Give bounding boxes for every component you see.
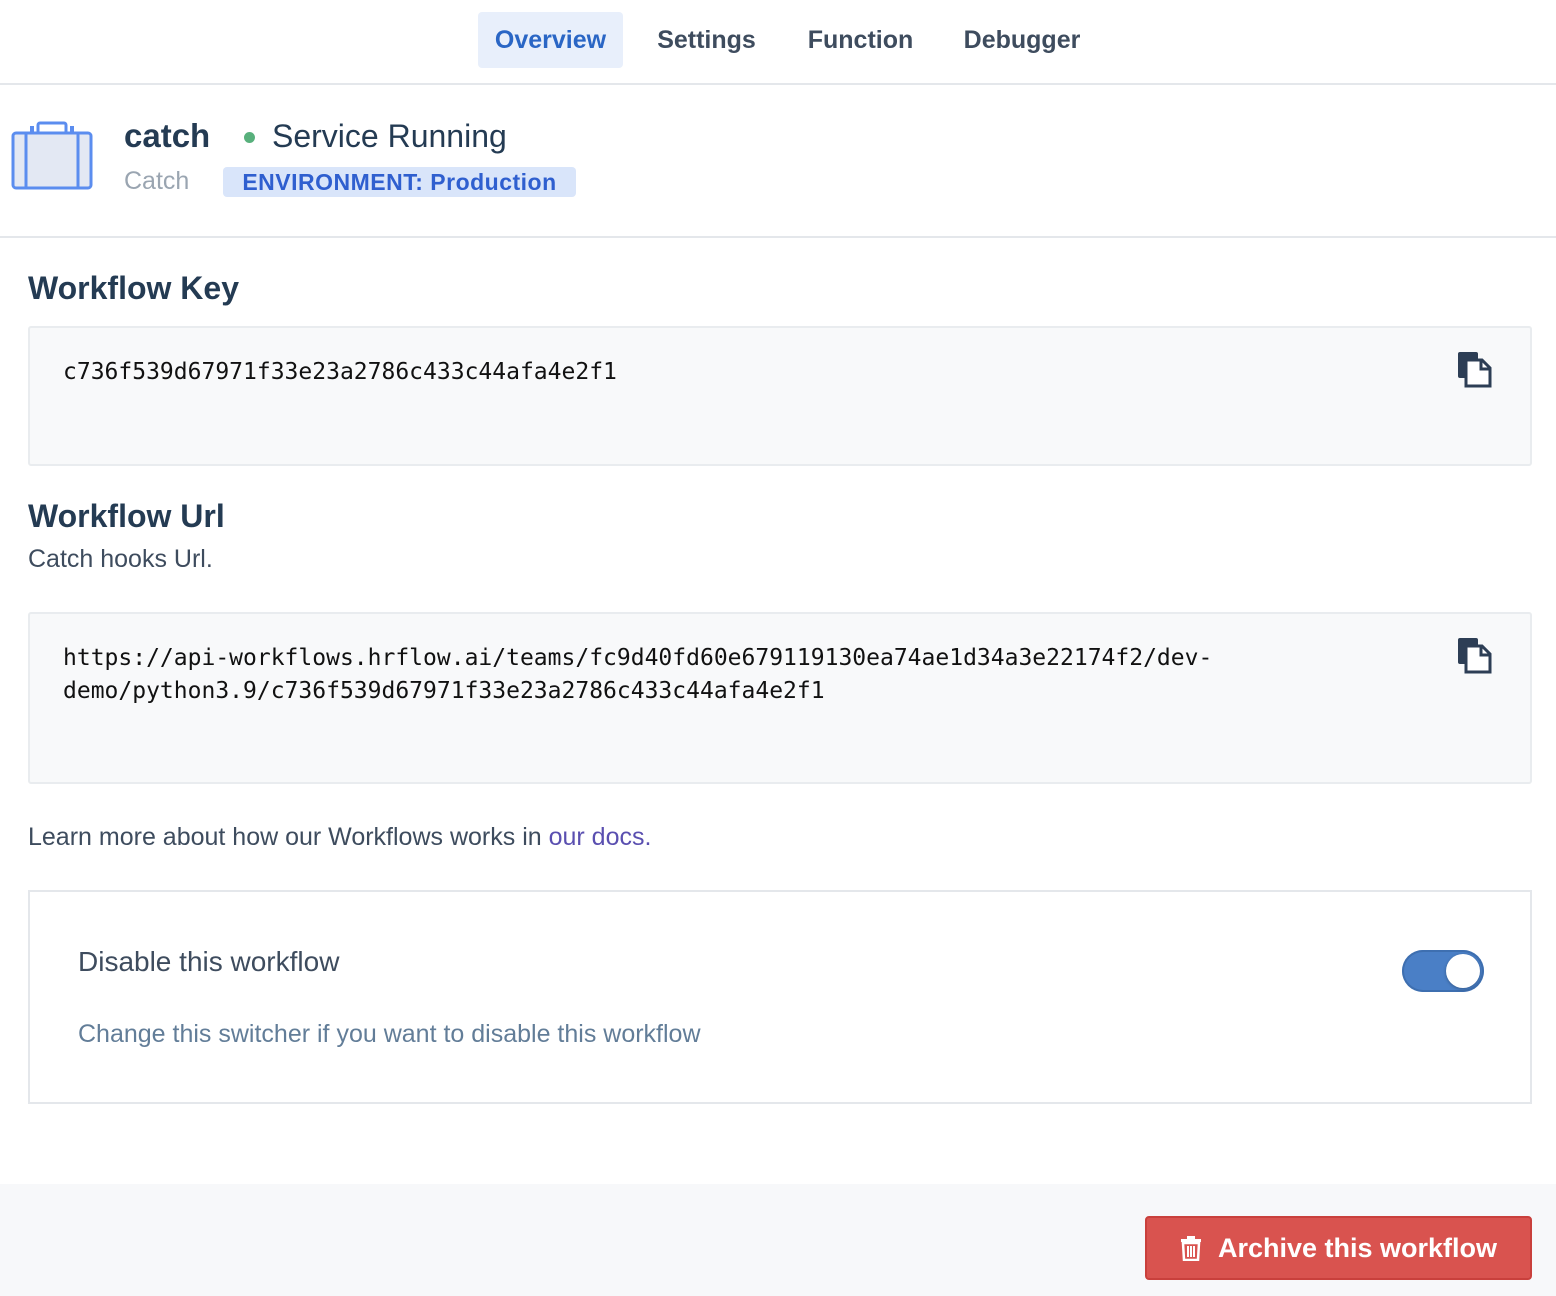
workflow-name: catch <box>124 117 211 154</box>
briefcase-icon <box>11 121 93 190</box>
status-dot-icon <box>244 132 255 143</box>
status-text: Service Running <box>272 118 507 154</box>
workflow-url-description: Catch hooks Url. <box>28 545 213 573</box>
trash-icon <box>1180 1236 1201 1261</box>
workflow-header: catch Service Running Catch ENVIRONMENT:… <box>0 85 1556 238</box>
workflow-type: Catch <box>124 167 190 195</box>
learn-more-label: Learn more about how our Workflows works… <box>28 823 549 851</box>
learn-more-text: Learn more about how our Workflows works… <box>28 823 651 852</box>
workflow-url-box: https://api-workflows.hrflow.ai/teams/fc… <box>28 612 1532 784</box>
archive-workflow-label: Archive this workflow <box>1217 1232 1498 1263</box>
copy-icon[interactable] <box>1456 636 1492 674</box>
docs-link[interactable]: our docs. <box>549 823 652 851</box>
disable-workflow-title: Disable this workflow <box>78 946 340 977</box>
tab-function[interactable]: Function <box>792 12 929 68</box>
workflow-key-title: Workflow Key <box>28 270 239 306</box>
tab-bar: Overview Settings Function Debugger <box>0 0 1556 85</box>
disable-workflow-description: Change this switcher if you want to disa… <box>78 1020 701 1048</box>
workflow-key-value[interactable]: c736f539d67971f33e23a2786c433c44afa4e2f1 <box>63 356 617 389</box>
disable-workflow-card: Disable this workflow Change this switch… <box>28 890 1532 1104</box>
tab-settings[interactable]: Settings <box>640 12 773 68</box>
toggle-knob <box>1446 954 1480 988</box>
tab-overview[interactable]: Overview <box>478 12 623 68</box>
workflow-overview-page: Overview Settings Function Debugger catc… <box>0 0 1556 1296</box>
workflow-url-title: Workflow Url <box>28 498 225 534</box>
footer-bar: Archive this workflow <box>0 1184 1556 1296</box>
copy-icon[interactable] <box>1456 350 1492 388</box>
disable-workflow-toggle[interactable] <box>1402 950 1484 992</box>
workflow-url-line-1[interactable]: https://api-workflows.hrflow.ai/teams/fc… <box>63 642 1212 675</box>
workflow-url-line-2[interactable]: demo/python3.9/c736f539d67971f33e23a2786… <box>63 675 825 708</box>
workflow-key-box: c736f539d67971f33e23a2786c433c44afa4e2f1 <box>28 326 1532 466</box>
archive-workflow-button[interactable]: Archive this workflow <box>1145 1216 1532 1280</box>
environment-badge: ENVIRONMENT: Production <box>223 167 576 197</box>
status-indicator: Service Running <box>244 118 507 155</box>
tab-debugger[interactable]: Debugger <box>948 12 1096 68</box>
